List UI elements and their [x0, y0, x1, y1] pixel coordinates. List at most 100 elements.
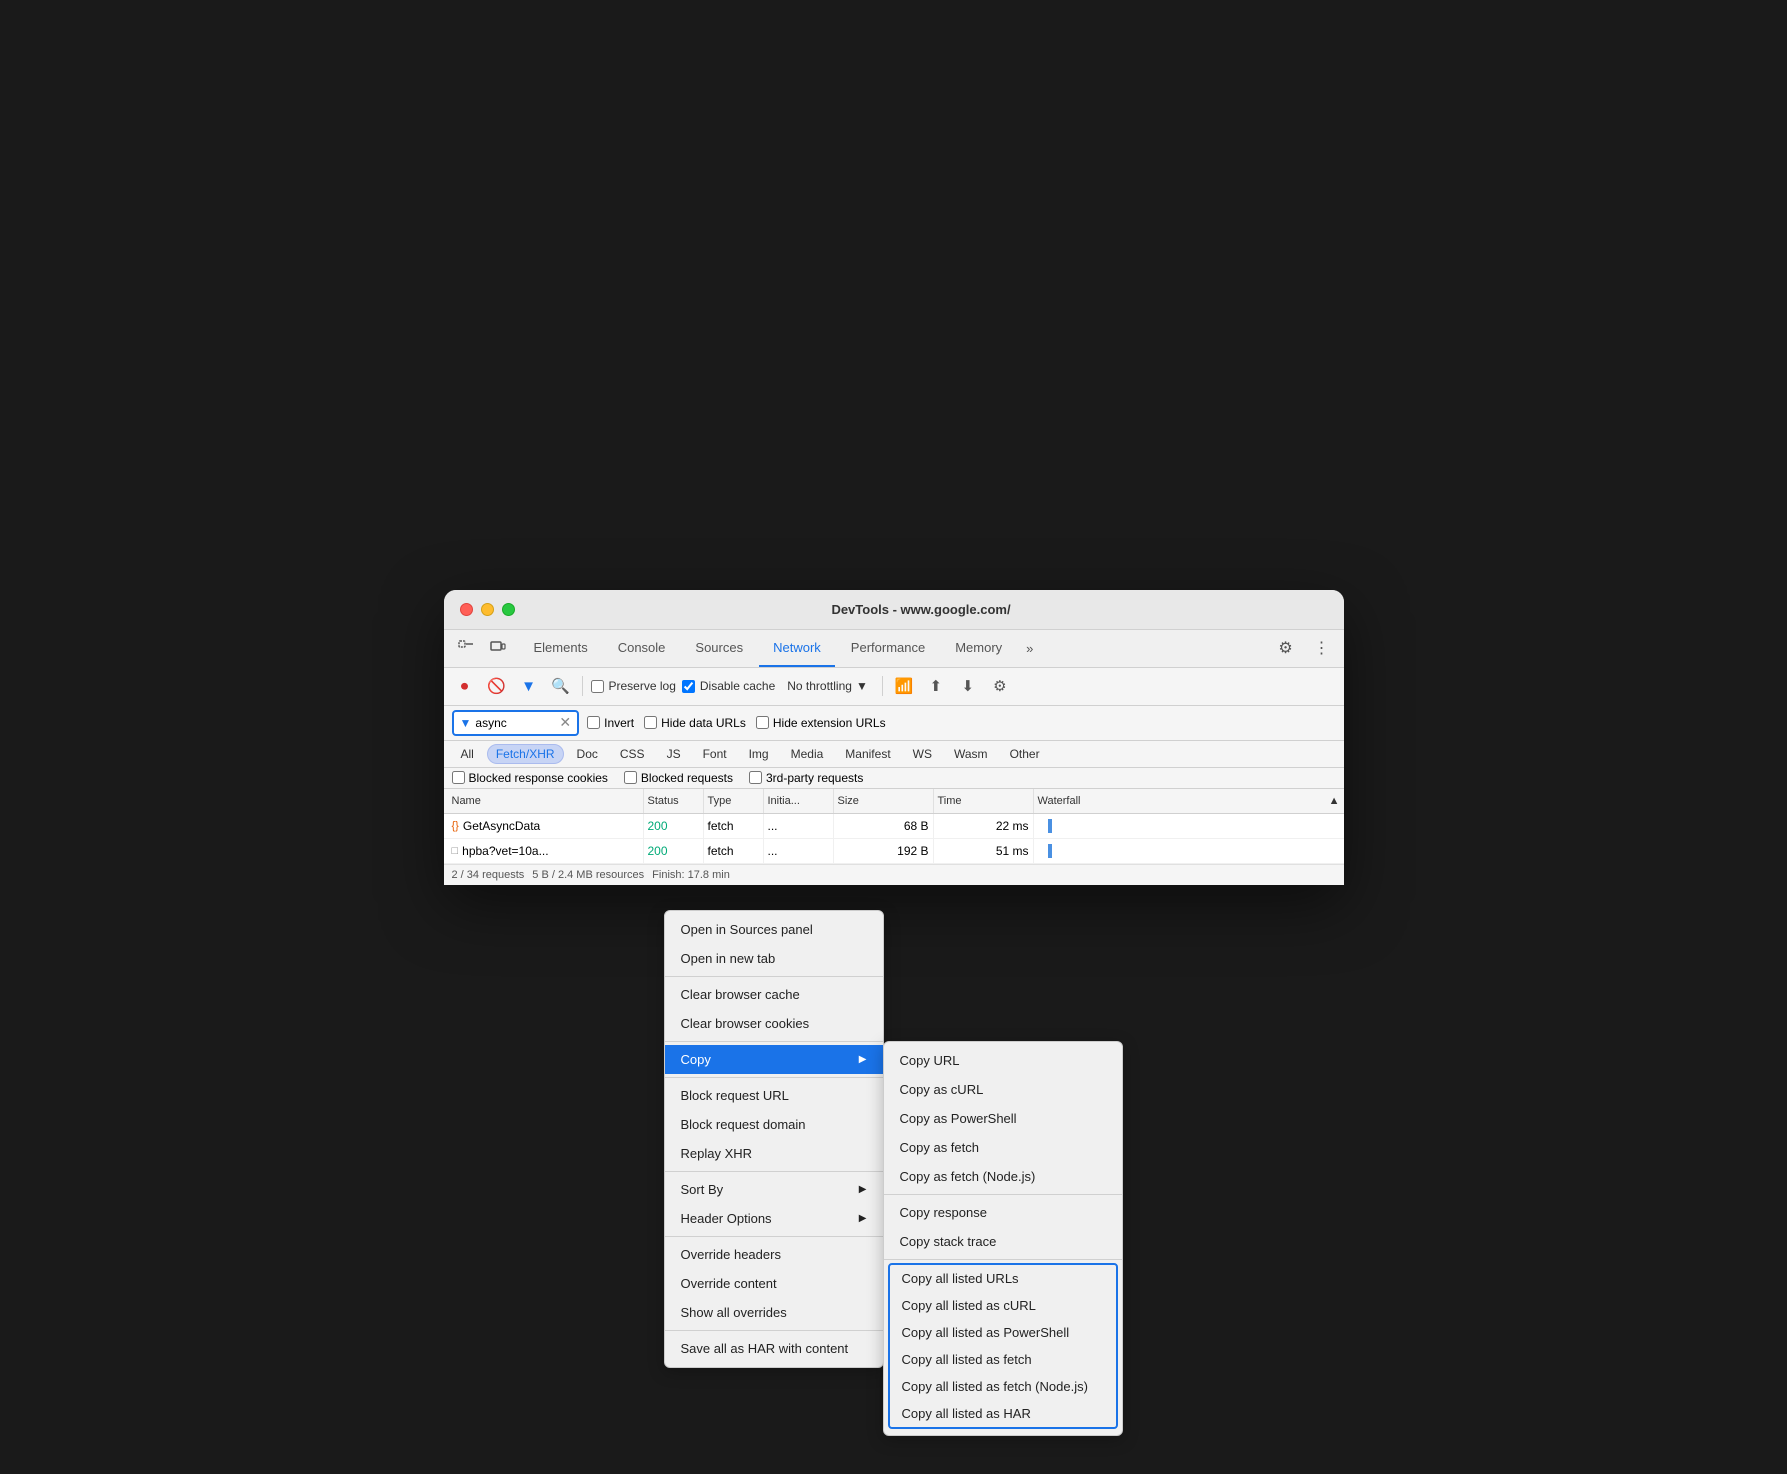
ctx-clear-cookies[interactable]: Clear browser cookies: [665, 1009, 883, 1038]
ctx-override-headers[interactable]: Override headers: [665, 1240, 883, 1269]
waterfall-bar-1: [1048, 819, 1052, 833]
copy-arrow-icon: ▶: [859, 1054, 867, 1065]
ctx-show-overrides[interactable]: Show all overrides: [665, 1298, 883, 1327]
tab-more[interactable]: »: [1018, 637, 1041, 660]
tab-console[interactable]: Console: [604, 629, 680, 667]
blocked-cookies-option[interactable]: Blocked response cookies: [452, 771, 608, 785]
col-header-name[interactable]: Name: [444, 789, 644, 813]
maximize-button[interactable]: [502, 603, 515, 616]
search-box[interactable]: ▼ ✕: [452, 710, 580, 736]
submenu-copy-powershell[interactable]: Copy as PowerShell: [884, 1104, 1122, 1133]
submenu-copy-fetch[interactable]: Copy as fetch: [884, 1133, 1122, 1162]
ctx-save-har[interactable]: Save all as HAR with content: [665, 1334, 883, 1363]
type-btn-doc[interactable]: Doc: [568, 744, 607, 764]
tab-memory[interactable]: Memory: [941, 629, 1016, 667]
ctx-clear-cache[interactable]: Clear browser cache: [665, 980, 883, 1009]
download-icon[interactable]: ⬇: [955, 673, 981, 699]
submenu-copy-url[interactable]: Copy URL: [884, 1046, 1122, 1075]
col-header-time[interactable]: Time: [934, 789, 1034, 813]
ctx-open-sources[interactable]: Open in Sources panel: [665, 915, 883, 944]
hide-data-urls-option[interactable]: Hide data URLs: [644, 716, 746, 730]
title-bar: DevTools - www.google.com/: [444, 590, 1344, 630]
request-count: 2 / 34 requests: [452, 869, 525, 881]
clear-button[interactable]: 🚫: [484, 673, 510, 699]
ctx-divider-4: [665, 1171, 883, 1172]
third-party-option[interactable]: 3rd-party requests: [749, 771, 863, 785]
submenu-copy-all-fetch-node[interactable]: Copy all listed as fetch (Node.js): [890, 1373, 1116, 1400]
tab-sources[interactable]: Sources: [681, 629, 757, 667]
more-icon[interactable]: ⋮: [1308, 634, 1336, 662]
close-button[interactable]: [460, 603, 473, 616]
ctx-override-content[interactable]: Override content: [665, 1269, 883, 1298]
settings-icon[interactable]: ⚙: [1272, 634, 1300, 662]
ctx-replay-xhr[interactable]: Replay XHR: [665, 1139, 883, 1168]
type-btn-media[interactable]: Media: [782, 744, 833, 764]
ctx-copy[interactable]: Copy ▶ Copy URL Copy as cURL Copy as Pow…: [665, 1045, 883, 1074]
clear-search-icon[interactable]: ✕: [559, 714, 571, 731]
submenu-copy-all-powershell[interactable]: Copy all listed as PowerShell: [890, 1319, 1116, 1346]
submenu-copy-fetch-node[interactable]: Copy as fetch (Node.js): [884, 1162, 1122, 1191]
invert-option[interactable]: Invert: [587, 716, 634, 730]
type-btn-all[interactable]: All: [452, 744, 483, 764]
col-header-initiator[interactable]: Initia...: [764, 789, 834, 813]
submenu-copy-response[interactable]: Copy response: [884, 1198, 1122, 1227]
devtools-window: DevTools - www.google.com/: [444, 590, 1344, 885]
type-btn-manifest[interactable]: Manifest: [836, 744, 899, 764]
tabs: Elements Console Sources Network Perform…: [520, 629, 1272, 667]
hide-extension-urls-option[interactable]: Hide extension URLs: [756, 716, 886, 730]
upload-icon[interactable]: ⬆: [923, 673, 949, 699]
status-bar: 2 / 34 requests 5 B / 2.4 MB resources F…: [444, 864, 1344, 885]
type-btn-wasm[interactable]: Wasm: [945, 744, 997, 764]
waterfall-bar-2: [1048, 844, 1052, 858]
type-filter-bar: All Fetch/XHR Doc CSS JS Font Img Media …: [444, 741, 1344, 768]
search-button[interactable]: 🔍: [548, 673, 574, 699]
network-settings-icon[interactable]: ⚙: [987, 673, 1013, 699]
tab-elements[interactable]: Elements: [520, 629, 602, 667]
ctx-sort-by[interactable]: Sort By ▶: [665, 1175, 883, 1204]
submenu-copy-stack[interactable]: Copy stack trace: [884, 1227, 1122, 1256]
submenu-copy-all-curl[interactable]: Copy all listed as cURL: [890, 1292, 1116, 1319]
table-row[interactable]: □ hpba?vet=10a... 200 fetch ... 192 B 51…: [444, 839, 1344, 864]
submenu-copy-all-fetch[interactable]: Copy all listed as fetch: [890, 1346, 1116, 1373]
submenu-copy-all-har[interactable]: Copy all listed as HAR: [890, 1400, 1116, 1427]
type-btn-font[interactable]: Font: [694, 744, 736, 764]
type-btn-ws[interactable]: WS: [904, 744, 941, 764]
traffic-lights: [460, 603, 515, 616]
divider-2: [882, 676, 883, 696]
col-header-size[interactable]: Size: [834, 789, 934, 813]
blocked-bar: Blocked response cookies Blocked request…: [444, 768, 1344, 789]
device-icon[interactable]: [484, 634, 512, 662]
minimize-button[interactable]: [481, 603, 494, 616]
submenu-copy-curl[interactable]: Copy as cURL: [884, 1075, 1122, 1104]
preserve-log-checkbox[interactable]: Preserve log: [591, 679, 676, 693]
type-btn-img[interactable]: Img: [740, 744, 778, 764]
sort-arrow-icon: ▶: [859, 1184, 867, 1195]
filter-icon-small: ▼: [460, 716, 472, 730]
inspect-icon[interactable]: [452, 634, 480, 662]
search-input[interactable]: [475, 716, 555, 730]
disable-cache-checkbox[interactable]: Disable cache: [682, 679, 775, 693]
type-btn-fetchxhr[interactable]: Fetch/XHR: [487, 744, 564, 764]
type-btn-js[interactable]: JS: [658, 744, 690, 764]
col-header-type[interactable]: Type: [704, 789, 764, 813]
type-btn-css[interactable]: CSS: [611, 744, 654, 764]
ctx-header-options[interactable]: Header Options ▶: [665, 1204, 883, 1233]
tab-network[interactable]: Network: [759, 629, 835, 667]
tab-performance[interactable]: Performance: [837, 629, 939, 667]
col-header-status[interactable]: Status: [644, 789, 704, 813]
filter-icon[interactable]: ▼: [516, 673, 542, 699]
blocked-requests-option[interactable]: Blocked requests: [624, 771, 733, 785]
tab-icons: [452, 634, 512, 662]
type-btn-other[interactable]: Other: [1001, 744, 1049, 764]
record-button[interactable]: ⏺: [452, 673, 478, 699]
ctx-block-domain[interactable]: Block request domain: [665, 1110, 883, 1139]
table-row[interactable]: {} GetAsyncData 200 fetch ... 68 B 22 ms: [444, 814, 1344, 839]
wifi-icon[interactable]: 📶: [891, 673, 917, 699]
ctx-block-url[interactable]: Block request URL: [665, 1081, 883, 1110]
submenu-copy-all-urls[interactable]: Copy all listed URLs: [890, 1265, 1116, 1292]
tab-right-icons: ⚙ ⋮: [1272, 634, 1336, 662]
ctx-open-new-tab[interactable]: Open in new tab: [665, 944, 883, 973]
toolbar: ⏺ 🚫 ▼ 🔍 Preserve log Disable cache No th…: [444, 668, 1344, 706]
col-header-waterfall[interactable]: Waterfall ▲: [1034, 789, 1344, 813]
throttle-select[interactable]: No throttling ▼: [781, 677, 874, 695]
